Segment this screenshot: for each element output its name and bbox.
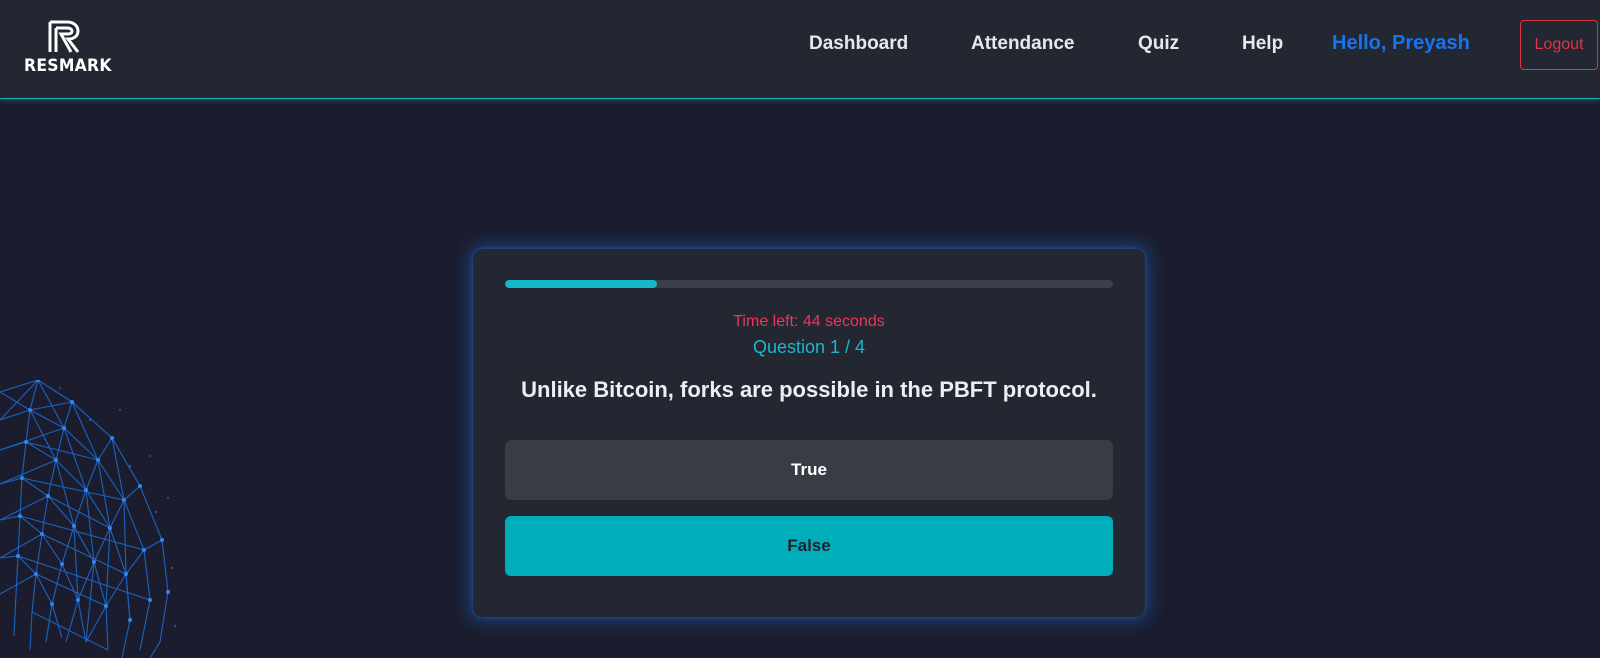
resmark-r-logo-icon (48, 20, 80, 53)
nav-link-quiz[interactable]: Quiz (1138, 33, 1179, 55)
question-counter: Question 1 / 4 (752, 337, 866, 357)
network-globe-decoration (0, 380, 177, 658)
resmark-logo[interactable]: RESMARK (24, 20, 112, 76)
quiz-progress-bar (505, 280, 1113, 288)
quiz-progress-fill (505, 280, 657, 288)
user-greeting: Hello, Preyash (1332, 32, 1470, 54)
navbar: RESMARK Dashboard Attendance Quiz Help H… (0, 0, 1600, 99)
question-text: Unlike Bitcoin, forks are possible in th… (521, 377, 1097, 402)
option-false-button[interactable]: False (505, 516, 1113, 576)
nav-link-dashboard[interactable]: Dashboard (809, 33, 908, 55)
nav-link-attendance[interactable]: Attendance (971, 33, 1074, 55)
logout-button[interactable]: Logout (1520, 20, 1598, 70)
quiz-card: Time left: 44 seconds Question 1 / 4 Unl… (473, 249, 1145, 617)
option-true-button[interactable]: True (505, 440, 1113, 500)
time-left-text: Time left: 44 seconds (733, 313, 885, 330)
nav-link-help[interactable]: Help (1242, 33, 1283, 55)
brand-name: RESMARK (24, 56, 112, 76)
